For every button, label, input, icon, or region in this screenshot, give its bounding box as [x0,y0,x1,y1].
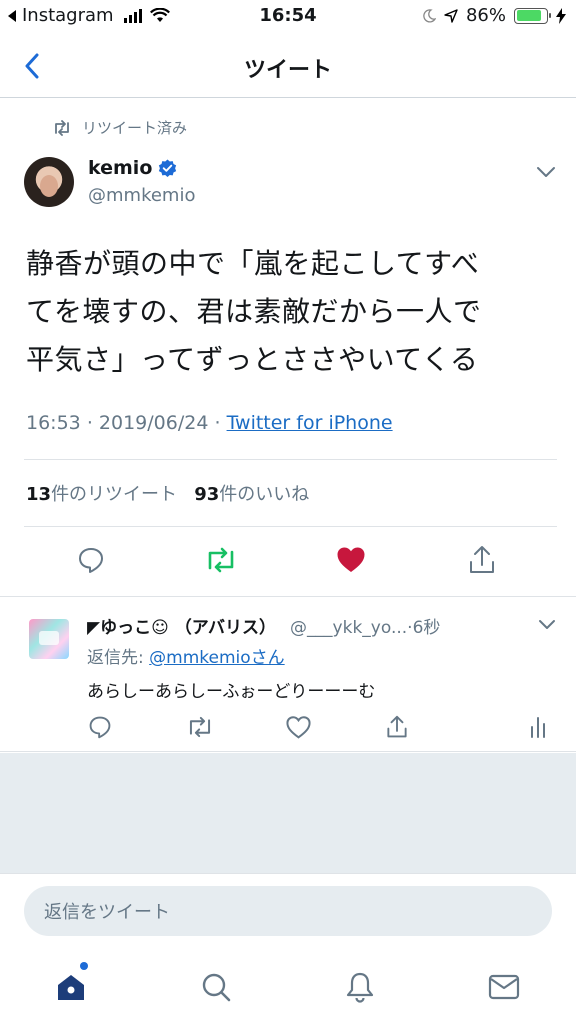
location-arrow-icon [444,8,458,23]
back-button[interactable] [16,50,48,82]
author-name: kemio [88,157,153,179]
tweet-text: 静香が頭の中で「嵐を起こしてすべ てを壊すの、君は素敵だから一人で 平気さ」って… [26,240,556,384]
reply-retweet-button[interactable] [186,713,214,741]
tweet-stats: 13件のリツイート 93件のいいね [26,480,309,506]
retweet-icon [55,119,69,136]
reply-time: ·6秒 [407,618,441,638]
tab-search[interactable] [196,967,236,1007]
home-icon [58,975,84,1000]
tweet-source-link[interactable]: Twitter for iPhone [227,412,393,434]
tweet-timestamp: 16:53 · 2019/06/24 · Twitter for iPhone [26,412,393,434]
reply-to-link[interactable]: @mmkemioさん [149,648,285,668]
like-stat[interactable]: 93件のいいね [194,484,309,505]
nav-bar: ツイート [0,34,576,98]
like-count: 93 [194,484,220,505]
meta-separator: · [214,412,221,434]
retweet-active-icon [208,547,234,573]
meta-separator: · [86,412,93,434]
retweet-count: 13 [26,484,52,505]
compose-bar: 返信をツイート [0,873,576,949]
retweet-stat[interactable]: 13件のリツイート [26,484,177,505]
verified-badge-icon [159,158,177,177]
tweet-text-line: 静香が頭の中で「嵐を起こしてすべ [26,247,480,280]
retweet-count-label: 件のリツイート [51,484,178,505]
tab-bar [0,949,576,1024]
battery-percent: 86% [465,5,506,26]
analytics-icon [531,717,545,738]
reply-reply-button[interactable] [86,713,114,741]
reply-compose-input[interactable]: 返信をツイート [24,886,552,936]
empty-background [0,753,576,873]
share-icon [387,715,407,738]
tweet-text-line: てを壊すの、君は素敵だから一人で [26,295,482,328]
tweet-time: 16:53 [26,412,81,434]
author-handle[interactable]: @mmkemio [88,185,195,206]
author-avatar[interactable] [24,157,74,207]
divider [24,459,557,460]
reply-avatar[interactable] [29,619,69,659]
chevron-down-icon [539,620,555,629]
share-button[interactable] [462,540,502,580]
retweet-button[interactable] [201,540,241,580]
reply-to-line: 返信先: @mmkemioさん [87,643,285,668]
reply-like-button[interactable] [284,713,312,741]
notification-dot [80,962,88,970]
chevron-left-icon [25,53,39,79]
reply-menu-button[interactable] [538,615,556,634]
reply-analytics-button[interactable] [524,713,552,741]
battery-icon [514,7,551,24]
tweet-date: 2019/06/24 [98,412,209,434]
do-not-disturb-icon [423,8,436,23]
retweeted-label: リツイート済み [82,119,188,137]
back-to-app[interactable]: Instagram [8,5,170,26]
chevron-down-icon [537,167,555,177]
reply-tweet[interactable]: ◤ゆっこ☺︎ （アバリス） @___ykk_yo...·6秒 返信先: @mmke… [0,596,576,752]
reply-share-button[interactable] [383,713,411,741]
wifi-icon [149,8,170,22]
like-button[interactable] [331,540,371,580]
bell-icon [346,972,374,1003]
tweet-text-line: 平気さ」ってずっとささやいてくる [26,343,479,376]
mail-icon [488,974,520,1000]
tab-home[interactable] [51,967,91,1007]
share-icon [470,546,494,573]
status-bar: Instagram 16:54 86% [0,0,576,34]
author-name-row[interactable]: kemio [88,157,177,179]
like-count-label: 件のいいね [219,484,310,505]
heart-icon [285,715,311,739]
back-app-label: Instagram [22,5,114,26]
divider [24,526,557,527]
reply-icon [79,548,103,573]
page-title: ツイート [243,58,332,83]
reply-to-label: 返信先: [87,648,144,668]
reply-icon [89,716,111,739]
search-icon [202,973,231,1002]
tab-notifications[interactable] [340,967,380,1007]
reply-author-name[interactable]: ◤ゆっこ☺︎ （アバリス） [87,618,276,638]
cellular-signal-icon [123,8,142,23]
reply-header: ◤ゆっこ☺︎ （アバリス） @___ykk_yo...·6秒 [87,613,440,638]
heart-filled-icon [337,547,365,572]
reply-text: あらしーあらしーふぉーどりーーーむ [87,682,376,702]
tweet-menu-button[interactable] [536,163,556,182]
tweet-actions [0,540,576,580]
reply-author-handle[interactable]: @___ykk_yo... [290,618,407,638]
retweeted-indicator: リツイート済み [52,117,187,138]
retweet-icon [189,716,211,738]
back-arrow-icon [8,9,16,22]
tab-messages[interactable] [484,967,524,1007]
charging-bolt-icon [556,7,566,24]
reply-button[interactable] [71,540,111,580]
